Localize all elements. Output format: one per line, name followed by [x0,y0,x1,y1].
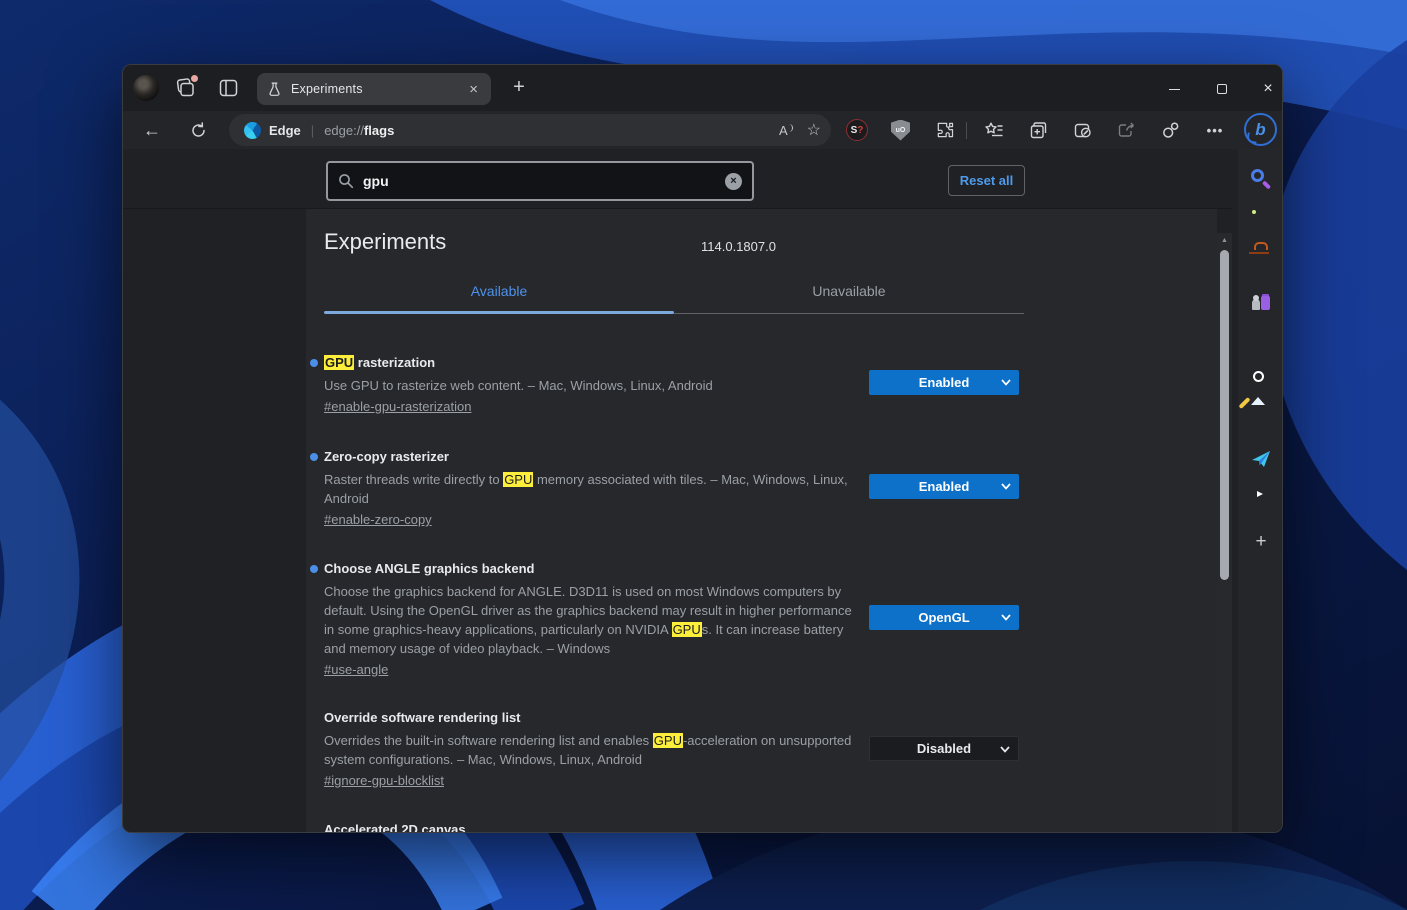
flag-title: GPU rasterization [324,354,854,372]
flag-description: Use GPU to rasterize web content. – Mac,… [324,376,854,395]
chevron-down-icon [1001,614,1011,621]
bing-chat-button[interactable]: b [1244,113,1277,146]
browser-window: Experiments × + × ← Edge | edge:// [122,64,1283,833]
flask-icon [267,82,282,97]
unavailable-tab-underline [674,313,1024,314]
scrollbar-thumb[interactable] [1220,250,1229,580]
page-scrollbar[interactable]: ▲ ▼ [1217,233,1232,833]
flag-description: Overrides the built-in software renderin… [324,731,854,769]
available-tab-underline [324,311,674,314]
address-separator: | [311,123,314,138]
search-icon [338,173,354,189]
flag-permalink[interactable]: #enable-zero-copy [324,512,432,527]
tab-experiments[interactable]: Experiments × [257,73,491,105]
page-title: Experiments [324,229,446,255]
flag-description: Raster threads write directly to GPU mem… [324,470,854,508]
url-path: flags [364,123,394,138]
refresh-button[interactable] [182,114,214,146]
scroll-up-icon[interactable]: ▲ [1217,237,1232,244]
sidebar-microsoft365-icon[interactable] [1238,324,1283,354]
flag-value-select[interactable]: Disabled [869,736,1019,761]
chevron-down-icon [1001,483,1011,490]
web-capture-button[interactable] [1068,116,1098,144]
chevron-down-icon [1001,379,1011,386]
flags-page: × Reset all Experiments 114.0.1807.0 Ava… [123,149,1232,833]
flag-modified-dot [310,565,318,573]
tab-available[interactable]: Available [324,283,674,299]
browser-version: 114.0.1807.0 [701,239,776,254]
flag-value-select[interactable]: Enabled [869,474,1019,499]
flags-search-box[interactable]: × [326,161,754,201]
flag-modified-dot [310,359,318,367]
sidebar-image-creator-icon[interactable] [1238,404,1283,434]
flag-modified-dot [310,453,318,461]
sidebar-games-icon[interactable] [1238,284,1283,314]
flag-title: Accelerated 2D canvas [324,821,854,833]
tab-strip: Experiments × + × [123,65,1282,111]
workspaces-notification-dot [191,75,198,82]
flag-value-select[interactable]: OpenGL [869,605,1019,630]
tab-title: Experiments [291,82,466,96]
share-button[interactable] [1112,116,1142,144]
ublock-origin-icon[interactable]: uO [891,116,910,144]
window-minimize-button[interactable] [1159,77,1189,101]
browser-essentials-button[interactable] [1156,116,1186,144]
extensions-puzzle-icon[interactable] [935,116,955,144]
favorites-button[interactable] [979,116,1009,144]
tab-close-icon[interactable]: × [466,82,481,97]
sidebar-drop-icon[interactable] [1238,444,1283,474]
clear-search-icon[interactable]: × [725,173,742,190]
settings-more-button[interactable]: ••• [1200,116,1230,144]
chevron-down-icon [1000,746,1010,753]
flags-content: Experiments 114.0.1807.0 Available Unava… [306,209,1217,833]
sidebar-shopping-icon[interactable] [1238,204,1283,234]
back-button[interactable]: ← [136,114,168,146]
tab-unavailable[interactable]: Unavailable [674,283,1024,299]
reset-all-button[interactable]: Reset all [948,165,1025,196]
sidebar-add-button[interactable]: + [1238,527,1283,557]
site-label: Edge [269,123,301,138]
flag-title: Override software rendering list [324,709,854,727]
sidebar-search-icon[interactable] [1238,164,1283,194]
sidebar-outlook-icon[interactable] [1238,364,1283,394]
browser-toolbar: ← Edge | edge:// flags A ☆ S? [123,111,1282,149]
flags-search-header: × Reset all [123,149,1232,209]
flag-permalink[interactable]: #ignore-gpu-blocklist [324,773,444,788]
tab-actions-icon[interactable] [219,79,238,97]
collections-button[interactable] [1024,116,1054,144]
url-scheme: edge:// [324,123,364,138]
desktop: Experiments × + × ← Edge | edge:// [0,0,1407,910]
read-aloud-icon[interactable]: A [779,123,793,138]
edge-sidebar-rail: + [1238,149,1283,833]
extension-s-icon[interactable]: S? [846,116,868,144]
flag-description: Choose the graphics backend for ANGLE. D… [324,582,854,658]
flag-title: Choose ANGLE graphics backend [324,560,854,578]
profile-avatar[interactable] [133,75,159,101]
toolbar-separator [966,122,967,139]
sidebar-tools-icon[interactable] [1238,244,1283,274]
window-maximize-button[interactable] [1207,77,1237,101]
flag-value-select[interactable]: Enabled [869,370,1019,395]
flag-permalink[interactable]: #use-angle [324,662,388,677]
search-input[interactable] [363,173,725,189]
flag-permalink[interactable]: #enable-gpu-rasterization [324,399,471,414]
favorite-star-icon[interactable]: ☆ [807,120,821,140]
new-tab-button[interactable]: + [505,74,533,102]
sidebar-youtube-icon[interactable] [1238,484,1283,514]
address-bar[interactable]: Edge | edge:// flags A ☆ [229,114,831,146]
edge-logo-icon [244,122,261,139]
window-close-button[interactable]: × [1253,77,1283,101]
flag-title: Zero-copy rasterizer [324,448,854,466]
